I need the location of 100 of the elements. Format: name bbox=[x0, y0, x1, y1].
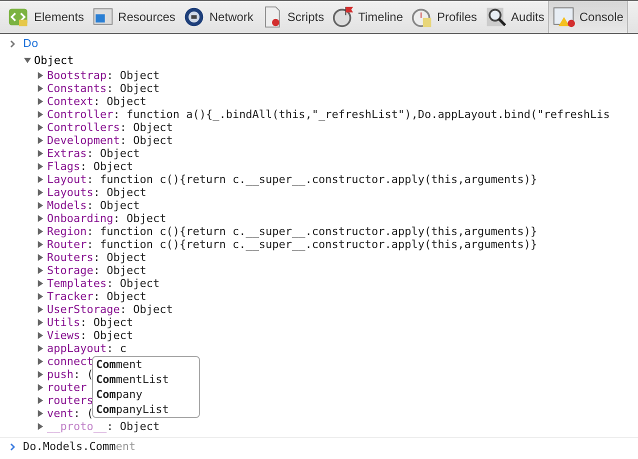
panel-tab[interactable]: Elements bbox=[4, 1, 88, 33]
code-icon bbox=[8, 6, 30, 28]
prompt-icon bbox=[10, 442, 16, 450]
panel-tab[interactable]: Timeline bbox=[328, 1, 407, 33]
panel-tab[interactable]: Network bbox=[179, 1, 258, 33]
collapsed-triangle-icon[interactable] bbox=[37, 150, 44, 157]
property-name: Flags bbox=[47, 160, 80, 173]
collapsed-triangle-icon[interactable] bbox=[37, 124, 44, 131]
collapsed-triangle-icon[interactable] bbox=[37, 345, 44, 352]
panel-tab[interactable]: Scripts bbox=[257, 1, 328, 33]
expanded-triangle-icon[interactable] bbox=[24, 57, 31, 64]
collapsed-triangle-icon[interactable] bbox=[37, 306, 44, 313]
panel-tab[interactable]: Profiles bbox=[407, 1, 482, 33]
property-value: : Object bbox=[106, 420, 160, 433]
stopwatch-icon bbox=[411, 6, 433, 28]
collapsed-triangle-icon[interactable] bbox=[37, 423, 44, 430]
collapsed-triangle-icon[interactable] bbox=[37, 241, 44, 248]
property-value: : Object bbox=[113, 212, 166, 225]
collapsed-triangle-icon[interactable] bbox=[37, 293, 44, 300]
property-value: : ( bbox=[74, 368, 94, 381]
property-name: connect bbox=[47, 355, 94, 368]
object-label: Object bbox=[34, 54, 74, 67]
property-value: : function a(){_.bindAll(this,"_refreshList"),Do.appLayout.bind("refreshLis bbox=[113, 108, 610, 121]
property-name: Onboarding bbox=[47, 212, 114, 225]
property-name: Extras bbox=[47, 147, 87, 160]
property-name: Views bbox=[47, 329, 80, 342]
collapsed-triangle-icon[interactable] bbox=[37, 280, 44, 287]
property-name: Development bbox=[47, 134, 120, 147]
property-value: : Object bbox=[93, 290, 146, 303]
property-name: Models bbox=[47, 199, 87, 212]
property-name: Constants bbox=[47, 82, 107, 95]
collapsed-triangle-icon[interactable] bbox=[37, 98, 44, 105]
property-value: : function c(){return c.__super__.constructor.apply(this,arguments)} bbox=[86, 225, 538, 238]
collapsed-triangle-icon[interactable] bbox=[37, 163, 44, 170]
property-value: : Object bbox=[93, 95, 146, 108]
collapsed-triangle-icon[interactable] bbox=[37, 332, 44, 339]
property-name: Controller bbox=[47, 108, 114, 121]
magnifier-icon bbox=[485, 6, 508, 28]
collapsed-triangle-icon[interactable] bbox=[37, 189, 44, 196]
property-name: vent bbox=[47, 407, 74, 420]
collapsed-triangle-icon[interactable] bbox=[37, 228, 44, 235]
collapsed-triangle-icon[interactable] bbox=[37, 410, 44, 417]
property-value: : Object bbox=[120, 303, 173, 316]
property-name: Router bbox=[47, 238, 87, 251]
collapsed-triangle-icon[interactable] bbox=[37, 202, 44, 209]
command-text: Do bbox=[23, 37, 38, 50]
property-name: Region bbox=[47, 225, 87, 238]
property-name: Layouts bbox=[47, 186, 94, 199]
property-value: : Object bbox=[86, 147, 140, 160]
collapsed-triangle-icon[interactable] bbox=[37, 319, 44, 326]
property-value: : Object bbox=[93, 264, 146, 277]
property-name: Bootstrap bbox=[47, 69, 107, 82]
suggestion-item[interactable]: CompanyList bbox=[96, 402, 196, 417]
collapsed-triangle-icon[interactable] bbox=[37, 176, 44, 183]
property-value: : Object bbox=[106, 82, 160, 95]
property-value: : ( bbox=[74, 407, 94, 420]
property-name: Tracker bbox=[47, 290, 94, 303]
property-name: Routers bbox=[47, 251, 94, 264]
collapsed-triangle-icon[interactable] bbox=[37, 111, 44, 118]
panel-tab[interactable]: Audits bbox=[481, 1, 548, 33]
collapsed-triangle-icon[interactable] bbox=[37, 215, 44, 222]
warning-icon bbox=[553, 6, 576, 28]
property-value: : Object bbox=[120, 121, 173, 134]
globe-icon bbox=[183, 6, 206, 28]
property-value: : function c(){return c.__super__.constructor.apply(this,arguments)} bbox=[86, 173, 538, 186]
console-input[interactable]: Do.Models.Comment bbox=[23, 440, 136, 453]
property-name: appLayout bbox=[47, 342, 107, 355]
property-value: : c bbox=[106, 342, 126, 355]
panel-tab[interactable]: Resources bbox=[88, 1, 180, 33]
property-value: : Object bbox=[86, 199, 140, 212]
property-value: : function c(){return c.__super__.constructor.apply(this,arguments)} bbox=[86, 238, 538, 251]
property-name: Storage bbox=[47, 264, 94, 277]
collapsed-triangle-icon[interactable] bbox=[37, 371, 44, 378]
suggestion-item[interactable]: CommentList bbox=[96, 372, 196, 387]
property-name: Templates bbox=[47, 277, 107, 290]
suggestion-item[interactable]: Comment bbox=[96, 357, 196, 372]
property-value: : Object bbox=[106, 69, 160, 82]
panel-tab[interactable]: Console bbox=[548, 1, 628, 33]
property-name: routers bbox=[47, 394, 94, 407]
stopwatch-icon bbox=[332, 6, 354, 28]
collapsed-triangle-icon[interactable] bbox=[37, 85, 44, 92]
property-value: : Object bbox=[93, 186, 146, 199]
collapsed-triangle-icon[interactable] bbox=[37, 267, 44, 274]
property-value: : Object bbox=[80, 329, 134, 342]
collapsed-triangle-icon[interactable] bbox=[37, 137, 44, 144]
collapsed-triangle-icon[interactable] bbox=[37, 384, 44, 391]
property-name: Controllers bbox=[47, 121, 120, 134]
suggestion-item[interactable]: Company bbox=[96, 387, 196, 402]
property-value: : Object bbox=[120, 134, 173, 147]
property-value: : Object bbox=[93, 251, 146, 264]
property-name: push bbox=[47, 368, 74, 381]
property-value: : Object bbox=[106, 277, 160, 290]
prompt-icon bbox=[10, 40, 16, 48]
collapsed-triangle-icon[interactable] bbox=[37, 72, 44, 79]
property-name: Utils bbox=[47, 316, 80, 329]
collapsed-triangle-icon[interactable] bbox=[37, 254, 44, 261]
collapsed-triangle-icon[interactable] bbox=[37, 358, 44, 365]
property-name: router bbox=[47, 381, 87, 394]
collapsed-triangle-icon[interactable] bbox=[37, 397, 44, 404]
property-value: : Object bbox=[80, 316, 134, 329]
